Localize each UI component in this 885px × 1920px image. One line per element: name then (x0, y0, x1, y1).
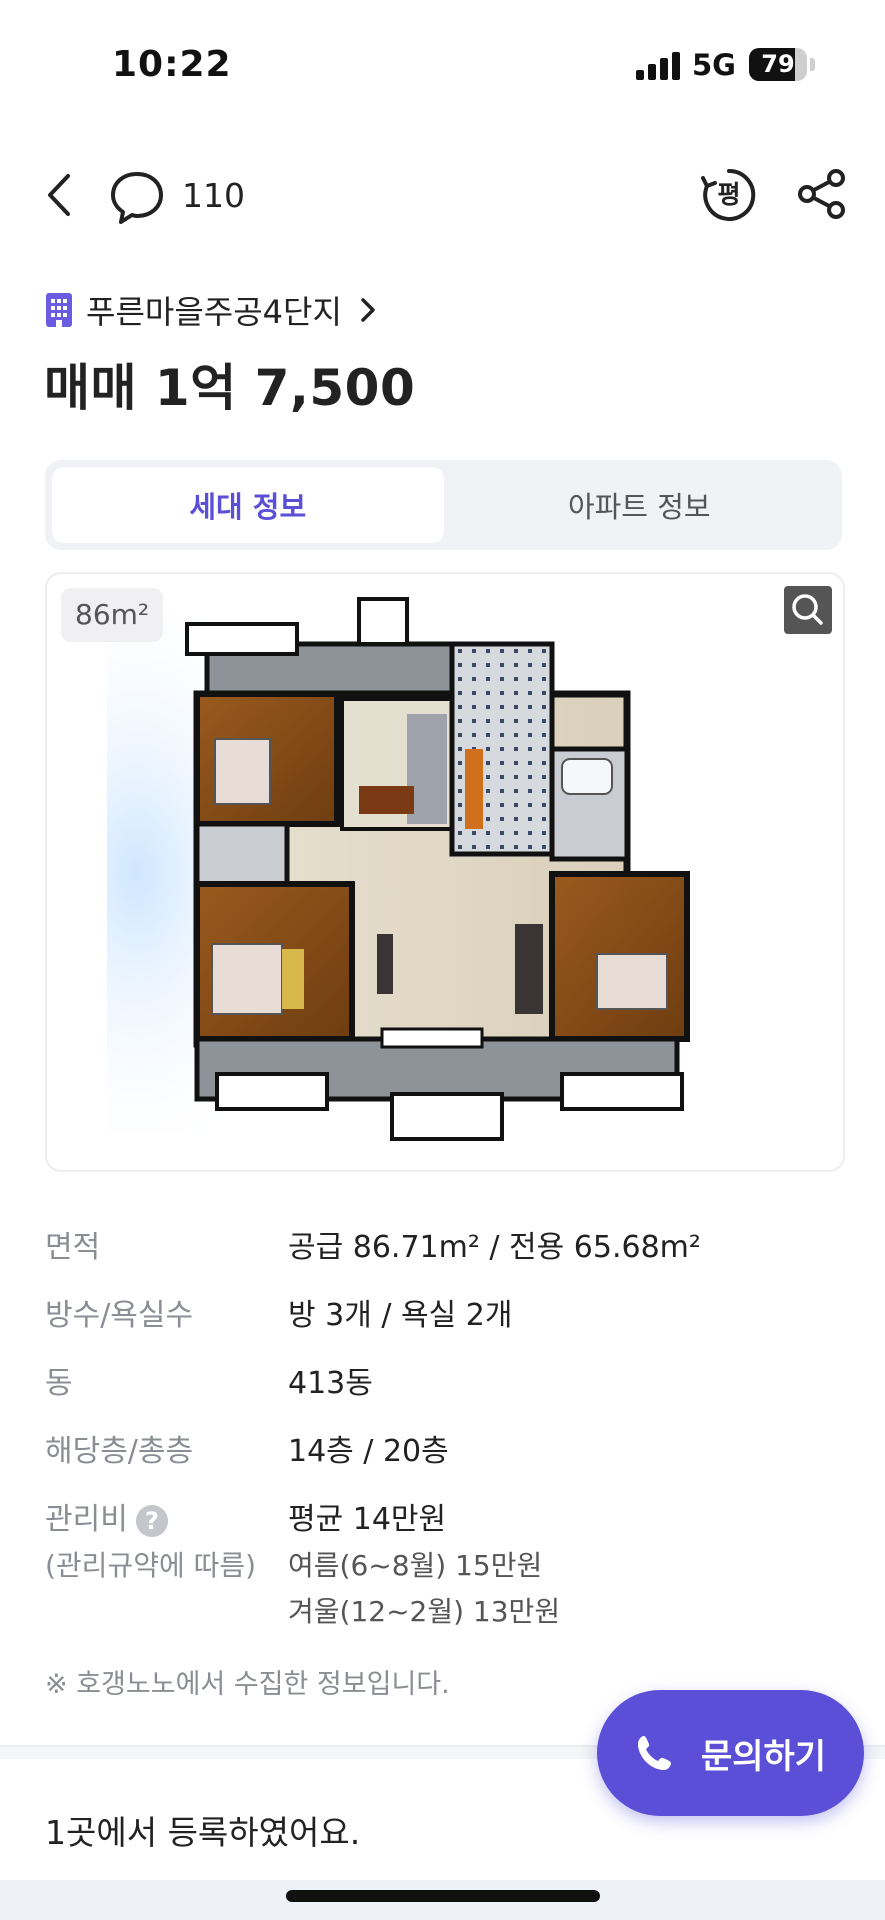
fee-summer: 여름(6~8월) 15만원 (288, 1549, 543, 1582)
fee-label-text: 관리비 (45, 1502, 128, 1537)
chevron-right-icon (361, 298, 375, 322)
battery-icon: 79 (749, 48, 807, 81)
fee-sublabel: (관리규약에 따름) (45, 1549, 257, 1582)
floor-plan-image (107, 597, 690, 1141)
tab-apartment-info[interactable]: 아파트 정보 (444, 467, 836, 543)
fee-value: 평균 14만원 (288, 1502, 447, 1537)
status-time: 10:22 (112, 44, 232, 85)
rooms-value: 방 3개 / 욕실 2개 (288, 1298, 513, 1333)
area-value: 공급 86.71m² / 전용 65.68m² (288, 1230, 701, 1265)
fee-winter: 겨울(12~2월) 13만원 (288, 1595, 561, 1628)
floor-label: 해당층/총층 (45, 1434, 194, 1469)
floor-value: 14층 / 20층 (288, 1434, 449, 1469)
info-tabs: 세대 정보 아파트 정보 (45, 460, 842, 550)
source-note: ※ 호갱노노에서 수집한 정보입니다. (45, 1669, 450, 1700)
pyeong-label: 평 (717, 180, 741, 209)
complex-link[interactable]: 푸른마을주공4단지 (44, 288, 378, 332)
fee-label: 관리비? (45, 1494, 168, 1538)
building-value: 413동 (288, 1366, 373, 1401)
network-type: 5G (692, 48, 736, 82)
complex-name: 푸른마을주공4단지 (86, 293, 342, 331)
listing-price: 매매 1억 7,500 (44, 359, 416, 417)
inquire-button[interactable]: 문의하기 (597, 1690, 864, 1816)
area-badge: 86m² (61, 588, 164, 642)
rooms-label: 방수/욕실수 (45, 1298, 194, 1333)
building-icon (46, 293, 72, 327)
help-icon[interactable]: ? (135, 1504, 168, 1537)
area-label: 면적 (45, 1230, 101, 1265)
inquire-label: 문의하기 (700, 1736, 827, 1777)
comment-icon[interactable] (108, 168, 166, 226)
registration-summary: 1곳에서 등록하였어요. (45, 1813, 361, 1852)
status-bar: 10:22 5G 79 (0, 0, 885, 130)
magnifier-icon (792, 594, 823, 625)
zoom-button[interactable] (784, 586, 832, 634)
pyeong-toggle-button[interactable]: 평 (700, 166, 758, 224)
top-navigation: 110 평 (0, 160, 885, 230)
battery-level: 79 (761, 50, 795, 78)
floor-plan-card[interactable]: 86m² (45, 572, 845, 1172)
building-label: 동 (45, 1366, 73, 1401)
share-icon[interactable] (796, 168, 848, 220)
phone-icon (637, 1736, 671, 1770)
back-arrow-icon[interactable] (40, 170, 80, 220)
tab-unit-info[interactable]: 세대 정보 (52, 467, 444, 543)
home-indicator[interactable] (286, 1890, 600, 1902)
signal-icon (636, 52, 680, 80)
comment-count[interactable]: 110 (182, 176, 245, 215)
